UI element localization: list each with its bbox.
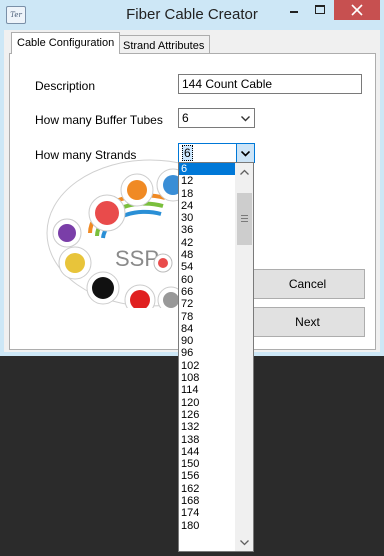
- strand-option[interactable]: 150: [179, 458, 237, 470]
- strands-options: 6 12 18 24 30 36 42 48 54 60 66 72 78 84 90 96 102 108 114…: [179, 163, 237, 532]
- strand-option[interactable]: 42: [179, 237, 237, 249]
- close-button[interactable]: [334, 0, 380, 20]
- buffer-tubes-label: How many Buffer Tubes: [35, 113, 163, 127]
- maximize-button[interactable]: [307, 0, 333, 20]
- dropdown-scrollbar[interactable]: [235, 163, 253, 551]
- strand-option[interactable]: 84: [179, 323, 237, 335]
- strand-option[interactable]: 48: [179, 249, 237, 261]
- close-icon: [351, 4, 363, 16]
- strand-option[interactable]: 6: [179, 163, 237, 176]
- strand-option[interactable]: 144: [179, 446, 237, 458]
- strand-option[interactable]: 78: [179, 311, 237, 323]
- strand-option[interactable]: 156: [179, 470, 237, 482]
- cancel-button[interactable]: Cancel: [250, 269, 365, 299]
- chevron-down-icon[interactable]: [237, 109, 254, 127]
- minimize-button[interactable]: [281, 0, 307, 20]
- strand-option[interactable]: 132: [179, 421, 237, 433]
- chevron-down-icon: [240, 540, 249, 546]
- strand-option[interactable]: 168: [179, 495, 237, 507]
- strands-dropdown-list[interactable]: 6 12 18 24 30 36 42 48 54 60 66 72 78 84 90 96 102 108 114…: [178, 162, 254, 552]
- strand-option[interactable]: 54: [179, 261, 237, 273]
- strand-option[interactable]: 18: [179, 188, 237, 200]
- strand-option[interactable]: 66: [179, 286, 237, 298]
- strand-option[interactable]: 126: [179, 409, 237, 421]
- strand-option[interactable]: 138: [179, 434, 237, 446]
- scroll-up-button[interactable]: [236, 163, 253, 180]
- buffer-tubes-select[interactable]: 6: [178, 108, 255, 128]
- strand-option[interactable]: 108: [179, 372, 237, 384]
- strand-option[interactable]: 162: [179, 483, 237, 495]
- tab-strand-attributes[interactable]: Strand Attributes: [117, 35, 211, 55]
- strand-option[interactable]: 72: [179, 298, 237, 310]
- logo-text: SSP: [115, 246, 159, 271]
- strand-option[interactable]: 102: [179, 360, 237, 372]
- buffer-tubes-value: 6: [182, 111, 189, 125]
- strand-option[interactable]: 96: [179, 347, 237, 359]
- chevron-up-icon: [240, 169, 249, 175]
- strand-option[interactable]: 36: [179, 224, 237, 236]
- next-button[interactable]: Next: [250, 307, 365, 337]
- grip-icon: [241, 215, 248, 224]
- strand-option[interactable]: 120: [179, 397, 237, 409]
- tab-cable-configuration[interactable]: Cable Configuration: [11, 32, 121, 54]
- description-field[interactable]: 144 Count Cable: [178, 74, 362, 94]
- strand-option[interactable]: 30: [179, 212, 237, 224]
- strand-option[interactable]: 12: [179, 175, 237, 187]
- strand-option[interactable]: 180: [179, 520, 237, 532]
- strand-option[interactable]: 114: [179, 384, 237, 396]
- title-bar[interactable]: Ter Fiber Cable Creator: [0, 0, 384, 30]
- strand-option[interactable]: 24: [179, 200, 237, 212]
- strand-option[interactable]: 90: [179, 335, 237, 347]
- description-label: Description: [35, 79, 96, 93]
- strand-option[interactable]: 60: [179, 274, 237, 286]
- scrollbar-thumb[interactable]: [237, 193, 252, 245]
- strand-option[interactable]: 174: [179, 507, 237, 519]
- scroll-down-button[interactable]: [236, 534, 253, 551]
